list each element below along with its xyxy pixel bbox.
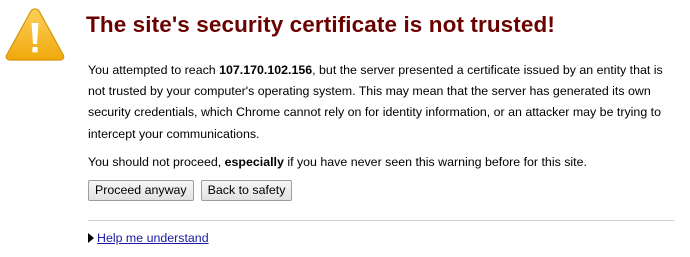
button-row: Proceed anyway Back to safety [88,180,678,202]
page-title: The site's security certificate is not t… [86,12,555,37]
advice-suffix: if you have never seen this warning befo… [283,154,587,169]
warning-content: You attempted to reach 107.170.102.156, … [88,60,678,202]
advice-prefix: You should not proceed, [88,154,225,169]
disclosure-triangle-icon[interactable] [88,233,94,243]
proceed-anyway-button[interactable]: Proceed anyway [88,180,194,202]
advice-paragraph: You should not proceed, especially if yo… [88,152,678,173]
warning-icon [5,8,65,61]
advice-emphasis: especially [224,154,284,169]
help-section[interactable]: Help me understand [88,231,209,245]
explanation-prefix: You attempted to reach [88,63,220,77]
explanation-paragraph: You attempted to reach 107.170.102.156, … [88,60,678,145]
ssl-warning-page: The site's security certificate is not t… [0,0,690,257]
host-address: 107.170.102.156 [219,63,313,77]
back-to-safety-button[interactable]: Back to safety [200,180,293,202]
help-me-understand-link[interactable]: Help me understand [97,231,209,245]
divider [88,220,674,221]
